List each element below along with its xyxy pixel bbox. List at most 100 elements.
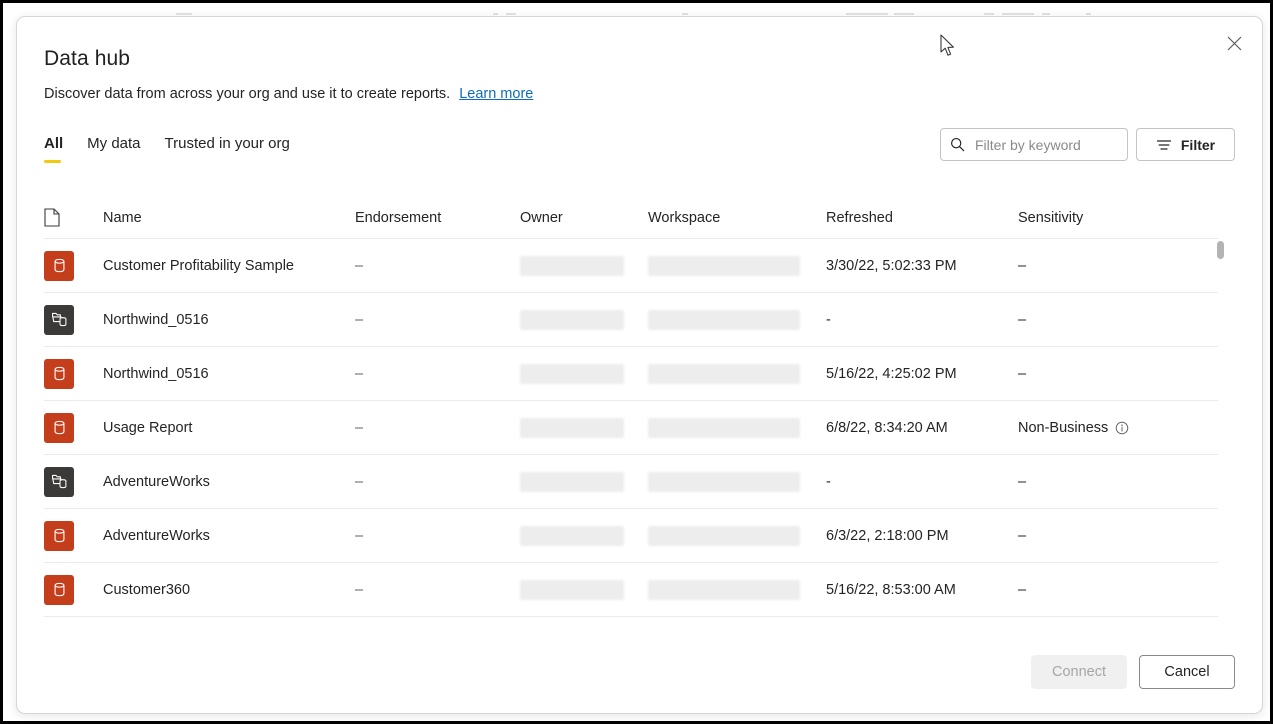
- row-sensitivity-label: Non-Business: [1018, 419, 1109, 436]
- table-scrollbar-thumb[interactable]: [1217, 241, 1224, 259]
- row-icon-cell: [44, 358, 103, 389]
- row-owner: [520, 309, 648, 330]
- redacted-owner: [520, 417, 624, 438]
- table-row[interactable]: Usage Report – 6/8/22, 8:34:20 AM Non-Bu…: [44, 401, 1218, 455]
- table-body: Customer Profitability Sample – 3/30/22,…: [44, 239, 1218, 617]
- row-owner: [520, 579, 648, 600]
- datamart-glyph: [51, 312, 66, 327]
- datamart-icon: [44, 466, 74, 497]
- filter-button[interactable]: Filter: [1136, 128, 1235, 161]
- redacted-workspace: [648, 363, 800, 384]
- tab-trusted-in-your-org[interactable]: Trusted in your org: [153, 135, 302, 163]
- dataset-icon: [44, 250, 74, 281]
- row-endorsement: –: [355, 311, 364, 328]
- redacted-owner: [520, 525, 624, 546]
- row-owner: [520, 525, 648, 546]
- row-sensitivity: Non-Business: [1018, 420, 1218, 436]
- dataset-icon: [44, 520, 74, 551]
- row-owner: [520, 471, 648, 492]
- info-icon[interactable]: [1115, 421, 1129, 435]
- row-endorsement: –: [355, 257, 364, 274]
- column-header-sensitivity[interactable]: Sensitivity: [1018, 210, 1218, 226]
- row-refreshed: 3/30/22, 5:02:33 PM: [826, 257, 957, 274]
- redacted-workspace: [648, 579, 800, 600]
- learn-more-link[interactable]: Learn more: [459, 86, 533, 102]
- redacted-owner: [520, 579, 624, 600]
- table-row[interactable]: Northwind_0516 – 5/16/22, 4:25:02 PM –: [44, 347, 1218, 401]
- data-hub-dialog: Data hub Discover data from across your …: [16, 16, 1263, 714]
- row-owner: [520, 255, 648, 276]
- row-workspace: [648, 525, 826, 546]
- row-sensitivity: –: [1018, 312, 1218, 328]
- table-row[interactable]: AdventureWorks – 6/3/22, 2:18:00 PM –: [44, 509, 1218, 563]
- row-sensitivity: –: [1018, 582, 1218, 598]
- row-refreshed: 6/3/22, 2:18:00 PM: [826, 527, 949, 544]
- row-workspace: [648, 255, 826, 276]
- column-header-refreshed[interactable]: Refreshed: [826, 210, 1018, 226]
- close-button[interactable]: [1212, 23, 1256, 63]
- row-refreshed: -: [826, 311, 831, 328]
- table-row[interactable]: Northwind_0516 – - –: [44, 293, 1218, 347]
- search-input[interactable]: [973, 135, 1118, 154]
- redacted-workspace: [648, 255, 800, 276]
- row-icon-cell: [44, 466, 103, 497]
- redacted-owner: [520, 255, 624, 276]
- row-name[interactable]: Customer Profitability Sample: [103, 258, 355, 274]
- table-scrollbar[interactable]: [1217, 239, 1224, 636]
- row-name[interactable]: Northwind_0516: [103, 312, 355, 328]
- row-name[interactable]: AdventureWorks: [103, 474, 355, 490]
- row-refreshed: 5/16/22, 8:53:00 AM: [826, 581, 956, 598]
- connect-button[interactable]: Connect: [1031, 655, 1127, 689]
- row-sensitivity-label: –: [1018, 365, 1027, 382]
- column-header-name[interactable]: Name: [103, 210, 355, 226]
- row-name[interactable]: Northwind_0516: [103, 366, 355, 382]
- row-endorsement: –: [355, 527, 364, 544]
- row-refreshed: 6/8/22, 8:34:20 AM: [826, 419, 948, 436]
- row-workspace: [648, 471, 826, 492]
- dataset-glyph: [54, 582, 64, 597]
- tab-all[interactable]: All: [44, 135, 75, 163]
- tab-list: All My data Trusted in your org: [44, 135, 302, 163]
- row-icon-cell: [44, 520, 103, 551]
- redacted-owner: [520, 363, 624, 384]
- row-endorsement: –: [355, 473, 364, 490]
- row-sensitivity-label: –: [1018, 527, 1027, 544]
- column-header-owner[interactable]: Owner: [520, 210, 648, 226]
- dataset-icon: [44, 412, 74, 443]
- dataset-glyph: [54, 366, 64, 381]
- redacted-owner: [520, 471, 624, 492]
- row-sensitivity: –: [1018, 258, 1218, 274]
- row-workspace: [648, 309, 826, 330]
- row-sensitivity-label: –: [1018, 581, 1027, 598]
- row-refreshed: -: [826, 473, 831, 490]
- row-owner: [520, 417, 648, 438]
- row-name[interactable]: Usage Report: [103, 420, 355, 436]
- row-sensitivity: –: [1018, 528, 1218, 544]
- column-header-workspace[interactable]: Workspace: [648, 210, 826, 226]
- column-header-endorsement[interactable]: Endorsement: [355, 210, 520, 226]
- dataset-icon: [44, 358, 74, 389]
- tab-my-data[interactable]: My data: [75, 135, 152, 163]
- row-endorsement: –: [355, 581, 364, 598]
- close-icon: [1227, 36, 1241, 50]
- row-sensitivity-label: –: [1018, 473, 1027, 490]
- redacted-workspace: [648, 471, 800, 492]
- search-box[interactable]: [940, 128, 1128, 161]
- redacted-workspace: [648, 309, 800, 330]
- table-row[interactable]: Customer360 – 5/16/22, 8:53:00 AM –: [44, 563, 1218, 617]
- row-name[interactable]: Customer360: [103, 582, 355, 598]
- filter-button-label: Filter: [1180, 136, 1216, 153]
- table-row[interactable]: AdventureWorks – - –: [44, 455, 1218, 509]
- dialog-subtitle-text: Discover data from across your org and u…: [44, 86, 451, 102]
- page-title: Data hub: [44, 47, 131, 70]
- redacted-workspace: [648, 417, 800, 438]
- row-refreshed: 5/16/22, 4:25:02 PM: [826, 365, 957, 382]
- document-icon: [44, 208, 60, 227]
- cancel-button[interactable]: Cancel: [1139, 655, 1235, 689]
- row-name[interactable]: AdventureWorks: [103, 528, 355, 544]
- dataset-icon: [44, 574, 74, 605]
- row-workspace: [648, 417, 826, 438]
- dataset-glyph: [54, 420, 64, 435]
- row-endorsement: –: [355, 419, 364, 436]
- table-row[interactable]: Customer Profitability Sample – 3/30/22,…: [44, 239, 1218, 293]
